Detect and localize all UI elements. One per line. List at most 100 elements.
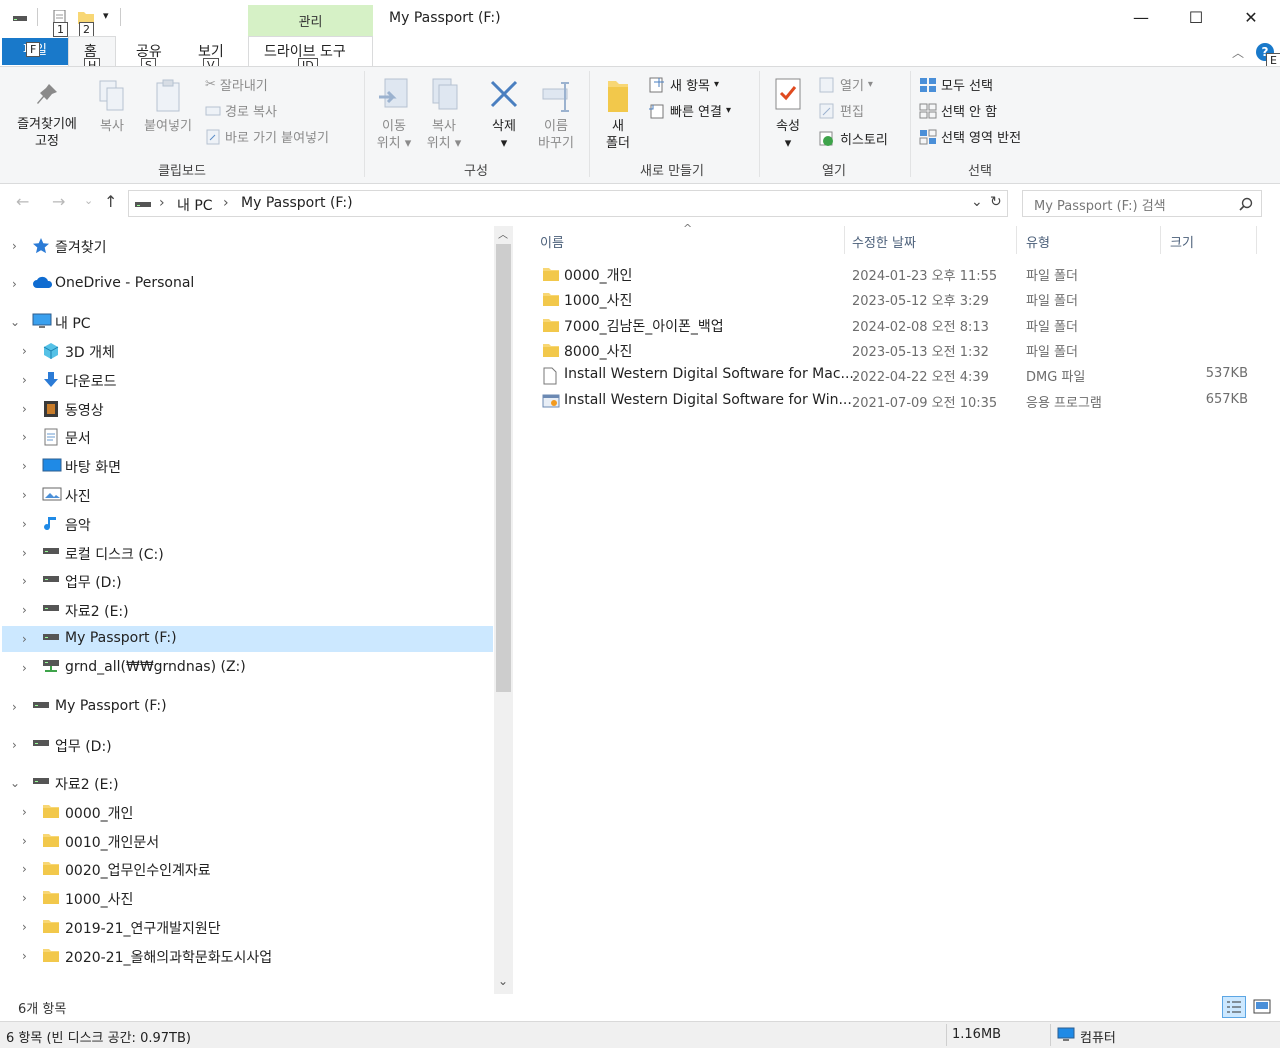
search-box[interactable]: My Passport (F:) 검색 [1022, 190, 1262, 217]
chevron-right-icon[interactable]: › [12, 239, 17, 253]
nav-item[interactable]: › 동영상 [2, 396, 493, 422]
nav-item[interactable]: › 자료2 (E:) [2, 597, 493, 623]
file-row[interactable]: 8000_사진 2023-05-13 오전 1:32 파일 폴더 [538, 338, 1258, 363]
nav-item[interactable]: › My Passport (F:) [2, 694, 493, 720]
open-button[interactable]: 열기 ▾ [818, 75, 873, 94]
column-name[interactable]: 이름 [540, 232, 564, 251]
minimize-button[interactable]: — [1118, 0, 1164, 36]
address-dropdown-icon[interactable]: ⌄ [971, 194, 983, 210]
chevron-right-icon[interactable]: › [22, 546, 27, 560]
chevron-down-icon[interactable]: ⌄ [10, 776, 20, 790]
column-divider[interactable] [844, 226, 845, 254]
file-row[interactable]: Install Western Digital Software for Win… [538, 389, 1258, 414]
nav-item[interactable]: › 0010_개인문서 [2, 828, 493, 854]
chevron-right-icon[interactable]: › [22, 430, 27, 444]
column-date[interactable]: 수정한 날짜 [852, 232, 916, 251]
large-icons-view-icon[interactable] [1250, 996, 1274, 1018]
nav-item[interactable]: › My Passport (F:) [2, 626, 493, 652]
chevron-right-icon[interactable]: › [22, 402, 27, 416]
chevron-right-icon[interactable]: › [22, 574, 27, 588]
search-icon[interactable] [1239, 197, 1253, 211]
address-bar[interactable]: › 내 PC › My Passport (F:) ⌄ ↻ [128, 190, 1008, 217]
scroll-up-icon[interactable]: ︿ [498, 226, 508, 241]
breadcrumb-current[interactable]: My Passport (F:) [241, 195, 353, 211]
chevron-right-icon[interactable]: › [22, 373, 27, 387]
nav-item[interactable]: › 2019-21_연구개발지원단 [2, 914, 493, 940]
file-row[interactable]: 0000_개인 2024-01-23 오후 11:55 파일 폴더 [538, 262, 1258, 287]
nav-item[interactable]: ⌄ 내 PC [2, 309, 493, 335]
recent-locations-icon[interactable]: ⌄ [84, 194, 93, 207]
chevron-down-icon[interactable]: ⌄ [10, 315, 20, 329]
nav-scrollbar[interactable]: ︿ ⌄ [494, 226, 513, 994]
properties-button[interactable]: 속성 ▾ [766, 77, 810, 152]
chevron-right-icon[interactable]: › [22, 459, 27, 473]
up-arrow-icon[interactable]: ↑ [104, 192, 117, 211]
file-row[interactable]: Install Western Digital Software for Mac… [538, 363, 1258, 388]
chevron-right-icon[interactable]: › [22, 488, 27, 502]
edit-button[interactable]: 편집 [818, 101, 864, 120]
invert-selection-button[interactable]: 선택 영역 반전 [919, 127, 1021, 146]
nav-item[interactable]: › grnd_all(₩₩grndnas) (Z:) [2, 655, 493, 681]
details-view-icon[interactable] [1222, 996, 1246, 1018]
copy-button[interactable]: 복사 [92, 79, 132, 135]
maximize-button[interactable]: ☐ [1173, 0, 1219, 36]
cut-button[interactable]: ✂ 잘라내기 [205, 75, 268, 94]
scroll-down-icon[interactable]: ⌄ [498, 974, 508, 988]
collapse-ribbon-icon[interactable]: ︿ [1232, 44, 1244, 61]
new-item-button[interactable]: 새 항목 ▾ [648, 75, 719, 94]
chevron-right-icon[interactable]: › [22, 834, 27, 848]
nav-item[interactable]: › 사진 [2, 482, 493, 508]
copy-path-button[interactable]: 경로 복사 [205, 101, 277, 120]
chevron-right-icon[interactable]: › [22, 632, 27, 646]
column-divider[interactable] [1256, 226, 1257, 254]
nav-item[interactable]: › 즐겨찾기 [2, 233, 493, 259]
file-row[interactable]: 1000_사진 2023-05-12 오후 3:29 파일 폴더 [538, 287, 1258, 312]
column-size[interactable]: 크기 [1170, 232, 1194, 251]
nav-item[interactable]: › 바탕 화면 [2, 453, 493, 479]
nav-item[interactable]: › 0020_업무인수인계자료 [2, 856, 493, 882]
nav-item[interactable]: › 로컬 디스크 (C:) [2, 540, 493, 566]
column-type[interactable]: 유형 [1026, 232, 1050, 251]
chevron-right-icon[interactable]: › [22, 603, 27, 617]
close-button[interactable]: ✕ [1228, 0, 1274, 36]
nav-item[interactable]: › 1000_사진 [2, 885, 493, 911]
nav-item[interactable]: ⌄ 자료2 (E:) [2, 770, 493, 796]
scrollbar-thumb[interactable] [496, 244, 511, 692]
rename-button[interactable]: 이름 바꾸기 [530, 77, 582, 152]
chevron-right-icon[interactable]: › [12, 277, 17, 291]
select-all-button[interactable]: 모두 선택 [919, 75, 993, 94]
history-button[interactable]: 히스토리 [818, 129, 888, 148]
paste-button[interactable]: 붙여넣기 [136, 79, 200, 135]
forward-arrow-icon[interactable]: → [52, 192, 65, 211]
chevron-right-icon[interactable]: › [12, 738, 17, 752]
nav-item[interactable]: › 다운로드 [2, 367, 493, 393]
nav-item[interactable]: › 문서 [2, 424, 493, 450]
nav-item[interactable]: › 음악 [2, 511, 493, 537]
copy-to-button[interactable]: 복사 위치 ▾ [420, 77, 468, 152]
column-divider[interactable] [1016, 226, 1017, 254]
pin-quick-access-button[interactable]: 즐겨찾기에 고정 [6, 81, 88, 150]
chevron-right-icon[interactable]: › [22, 344, 27, 358]
chevron-right-icon[interactable]: › [22, 661, 27, 675]
column-divider[interactable] [1160, 226, 1161, 254]
file-row[interactable]: 7000_김남돈_아이폰_백업 2024-02-08 오전 8:13 파일 폴더 [538, 313, 1258, 338]
easy-access-button[interactable]: 빠른 연결 ▾ [648, 101, 731, 120]
nav-item[interactable]: › 업무 (D:) [2, 732, 493, 758]
nav-item[interactable]: › OneDrive - Personal [2, 271, 493, 297]
back-arrow-icon[interactable]: ← [16, 192, 29, 211]
customize-qat-icon[interactable]: ▾ [103, 9, 109, 22]
nav-item[interactable]: › 업무 (D:) [2, 568, 493, 594]
chevron-right-icon[interactable]: › [22, 949, 27, 963]
search-input[interactable]: My Passport (F:) 검색 [1034, 195, 1166, 214]
new-folder-button[interactable]: 새 폴더 [596, 77, 640, 152]
chevron-right-icon[interactable]: › [22, 862, 27, 876]
chevron-right-icon[interactable]: › [22, 517, 27, 531]
nav-item[interactable]: › 0000_개인 [2, 799, 493, 825]
nav-item[interactable]: › 2020-21_올해의과학문화도시사업 [2, 943, 493, 969]
move-to-button[interactable]: 이동 위치 ▾ [370, 77, 418, 152]
breadcrumb-this-pc[interactable]: 내 PC [177, 195, 213, 215]
paste-shortcut-button[interactable]: 바로 가기 붙여넣기 [205, 127, 329, 146]
delete-button[interactable]: 삭제 ▾ [480, 77, 528, 152]
chevron-right-icon[interactable]: › [22, 805, 27, 819]
chevron-right-icon[interactable]: › [12, 700, 17, 714]
